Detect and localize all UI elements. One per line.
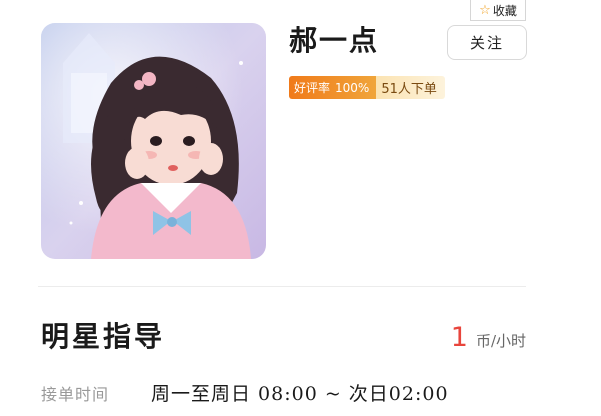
rating-segment: 好评率 100% — [289, 76, 377, 99]
divider — [38, 286, 526, 287]
price: 1 币/小时 — [451, 322, 526, 353]
orders-count: 51人下单 — [376, 76, 445, 99]
price-unit: 币/小时 — [475, 332, 526, 350]
collect-label: 收藏 — [492, 3, 517, 18]
price-value: 1 — [450, 322, 468, 353]
follow-button[interactable]: 关注 — [447, 25, 527, 60]
rating-badge: 好评率 100% 51人下单 — [289, 76, 445, 99]
service-title: 明星指导 — [41, 320, 166, 353]
rating-value: 100% — [335, 80, 370, 95]
star-outline-icon: ☆ — [479, 2, 491, 18]
user-name: 郝一点 — [289, 24, 380, 57]
hours-label: 接单时间 — [41, 385, 110, 404]
avatar-photo — [41, 23, 266, 259]
hours-value: 周一至周日 08:00 ~ 次日02:00 — [151, 383, 449, 405]
avatar — [41, 23, 266, 259]
rating-label: 好评率 — [294, 81, 331, 95]
collect-button[interactable]: ☆ 收藏 — [470, 0, 526, 21]
